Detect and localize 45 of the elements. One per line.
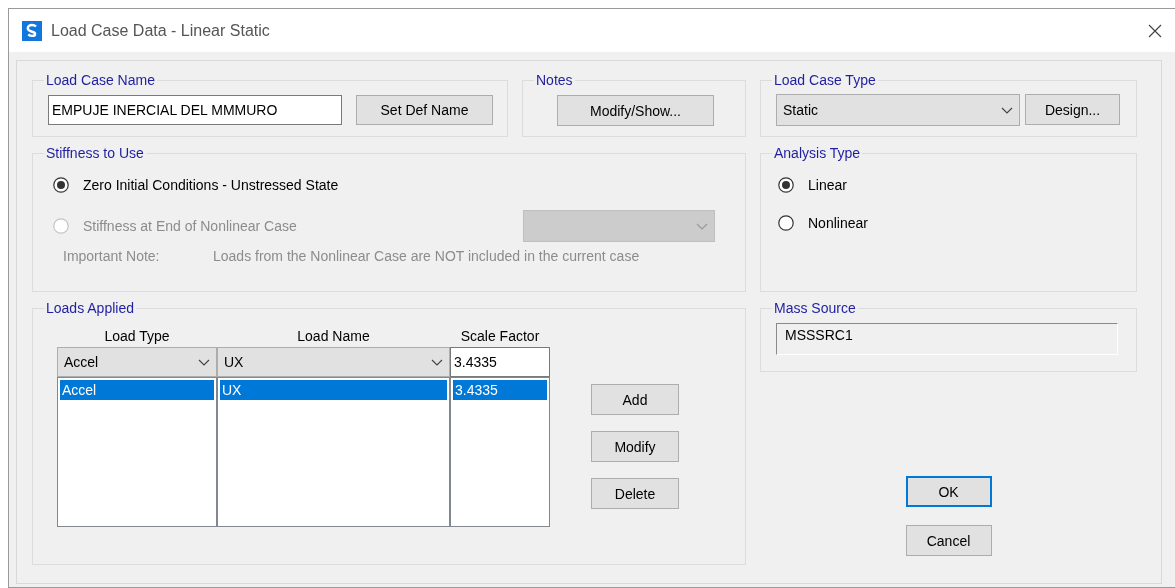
push-button[interactable]: Cancel — [905, 525, 992, 556]
list-box[interactable]: Accel — [57, 377, 217, 527]
chevron-down-icon — [198, 358, 210, 366]
column-header: Load Type — [103, 328, 171, 346]
chevron-down-icon — [1001, 106, 1013, 114]
column-header: Load Name — [296, 328, 371, 346]
list-item[interactable]: UX — [220, 380, 447, 400]
text-field[interactable]: 3.4335 — [450, 347, 550, 377]
radio-label: Nonlinear — [808, 215, 868, 231]
window-title: Load Case Data - Linear Static — [51, 21, 271, 40]
note-label: Important Note: — [63, 247, 161, 266]
dropdown[interactable]: UX — [217, 347, 450, 377]
push-button[interactable]: Design... — [1025, 94, 1120, 125]
radio-label: Zero Initial Conditions - Unstressed State — [83, 177, 339, 193]
list-item[interactable]: 3.4335 — [453, 380, 547, 400]
push-button[interactable]: Set Def Name — [356, 95, 493, 125]
group-title: Load Case Type — [773, 72, 877, 88]
radio-button[interactable] — [778, 215, 794, 231]
push-button[interactable]: Add — [591, 384, 679, 415]
column-header: Scale Factor — [459, 328, 541, 346]
list-item[interactable]: Accel — [60, 380, 214, 400]
list-box[interactable]: 3.4335 — [450, 377, 550, 527]
push-button[interactable]: OK — [905, 476, 992, 507]
group-title: Loads Applied — [45, 300, 135, 316]
radio-label: Stiffness at End of Nonlinear Case — [83, 218, 297, 234]
list-box[interactable]: UX — [217, 377, 450, 527]
dropdown[interactable]: Accel — [57, 347, 217, 377]
push-button[interactable]: Delete — [591, 478, 679, 509]
chevron-down-icon — [431, 358, 443, 366]
dropdown[interactable]: Static — [776, 94, 1020, 126]
group-title: Mass Source — [773, 300, 857, 316]
app-icon — [22, 20, 42, 41]
push-button[interactable]: Modify — [591, 431, 679, 462]
text-field[interactable]: EMPUJE INERCIAL DEL MMMURO — [48, 95, 342, 125]
group-title: Load Case Name — [45, 72, 156, 88]
radio-label: Linear — [808, 177, 847, 193]
group-title: Analysis Type — [773, 145, 862, 161]
chevron-down-icon — [696, 222, 708, 230]
group-title: Stiffness to Use — [45, 145, 145, 161]
push-button[interactable]: Modify/Show... — [557, 95, 714, 126]
radio-button[interactable] — [53, 177, 69, 193]
text-field[interactable]: MSSSRC1 — [776, 323, 1118, 355]
group-title: Notes — [535, 72, 574, 88]
radio-button[interactable] — [778, 177, 794, 193]
note-text: Loads from the Nonlinear Case are NOT included in the current case — [213, 247, 641, 266]
